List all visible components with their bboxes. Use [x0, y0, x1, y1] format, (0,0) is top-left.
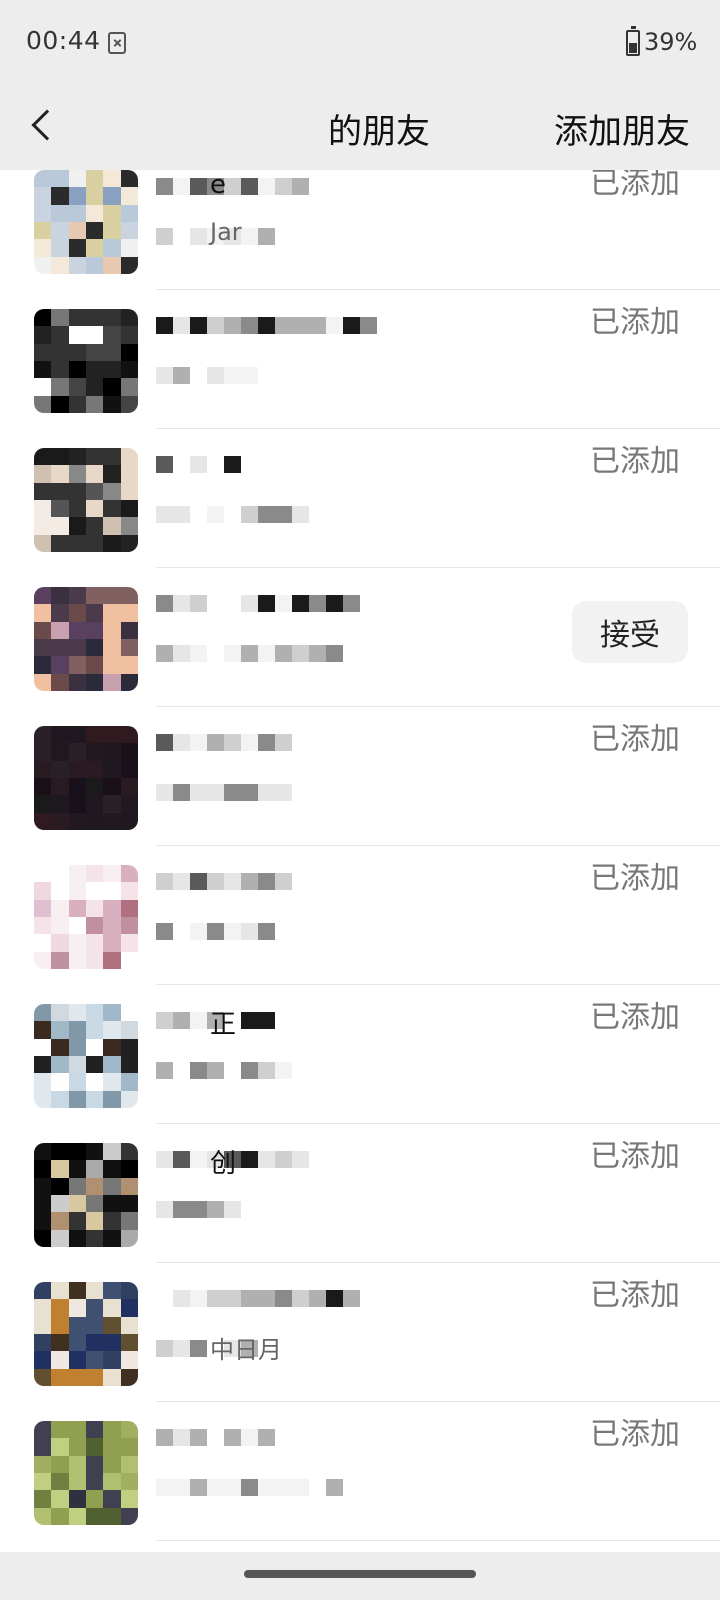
- contact-name-redacted: [156, 1290, 377, 1310]
- friend-list[interactable]: e Jar 已添加 已添加 已添加 接受 已添加 已添加正已添加创已添加 中日月 已添加 已添加: [0, 170, 720, 1550]
- contact-remark-redacted: [156, 923, 292, 941]
- contact-name-fragment: 创: [210, 1149, 237, 1179]
- contact-remark-redacted: [156, 784, 292, 802]
- contact-remark-redacted: [156, 1479, 343, 1497]
- contact-name-redacted: [156, 456, 258, 476]
- contact-remark-fragment: 中日月: [210, 1336, 282, 1364]
- contact-name-redacted: [156, 178, 326, 198]
- contact-name-redacted: [156, 317, 377, 337]
- added-status: 已添加: [590, 1278, 680, 1313]
- chevron-left-icon: [31, 109, 63, 141]
- avatar: [34, 1282, 138, 1386]
- home-indicator[interactable]: [244, 1570, 476, 1578]
- avatar: [34, 865, 138, 969]
- contact-row[interactable]: 中日月 已添加: [0, 1260, 720, 1402]
- added-status: 已添加: [590, 861, 680, 896]
- accept-button[interactable]: 接受: [572, 601, 688, 663]
- added-status: 已添加: [590, 1000, 680, 1035]
- page-title: 的朋友: [328, 112, 430, 152]
- avatar: [34, 170, 138, 274]
- added-status: 已添加: [590, 170, 680, 201]
- add-friend-button[interactable]: 添加朋友: [554, 104, 690, 153]
- contact-row[interactable]: 已添加: [0, 426, 720, 568]
- avatar: [34, 726, 138, 830]
- back-button[interactable]: [22, 102, 72, 152]
- contact-name-redacted: [156, 734, 309, 754]
- contact-name-redacted: [156, 1429, 275, 1449]
- status-time: 00:44: [26, 26, 101, 55]
- contact-row[interactable]: 已添加: [0, 1399, 720, 1541]
- avatar: [34, 1004, 138, 1108]
- contact-name-redacted: [156, 873, 292, 893]
- contact-name-redacted: [156, 595, 360, 615]
- contact-remark-redacted: [156, 1201, 241, 1219]
- contact-row[interactable]: e Jar 已添加: [0, 170, 720, 290]
- added-status: 已添加: [590, 722, 680, 757]
- status-bar: 00:44 39%: [0, 0, 720, 88]
- contact-row[interactable]: 接受: [0, 565, 720, 707]
- contact-row[interactable]: 正 已添加: [0, 982, 720, 1124]
- nav-bar: 的朋友 添加朋友: [0, 88, 720, 170]
- contact-name-fragment: e: [210, 170, 226, 200]
- sim-card-icon: [108, 32, 126, 54]
- added-status: 已添加: [590, 305, 680, 340]
- contact-name-fragment: 正: [210, 1010, 237, 1040]
- contact-remark-redacted: [156, 367, 258, 385]
- added-status: 已添加: [590, 1417, 680, 1452]
- row-divider: [156, 1540, 720, 1541]
- battery-level: 39%: [644, 28, 698, 56]
- battery-icon: [626, 26, 640, 56]
- added-status: 已添加: [590, 444, 680, 479]
- contact-row[interactable]: 已添加: [0, 704, 720, 846]
- contact-row[interactable]: 已添加: [0, 843, 720, 985]
- contact-remark-redacted: [156, 506, 309, 524]
- contact-remark-redacted: [156, 645, 343, 663]
- contact-row[interactable]: 创 已添加: [0, 1121, 720, 1263]
- avatar: [34, 1421, 138, 1525]
- added-status: 已添加: [590, 1139, 680, 1174]
- avatar: [34, 587, 138, 691]
- avatar: [34, 448, 138, 552]
- contact-row[interactable]: 已添加: [0, 287, 720, 429]
- avatar: [34, 1143, 138, 1247]
- avatar: [34, 309, 138, 413]
- gesture-bar: [0, 1552, 720, 1600]
- contact-remark-redacted: [156, 1062, 292, 1080]
- contact-remark-fragment: Jar: [210, 218, 242, 246]
